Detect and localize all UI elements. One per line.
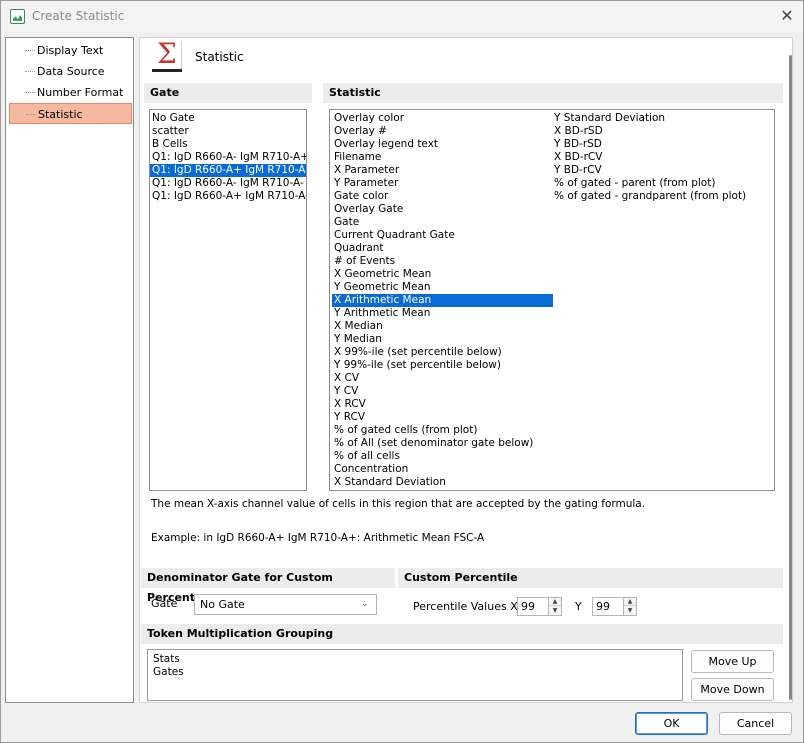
statistic-list-item[interactable]: # of Events bbox=[332, 255, 553, 268]
token-section-header: Token Multiplication Grouping bbox=[141, 624, 783, 644]
token-list-item[interactable]: Stats bbox=[151, 653, 180, 666]
nav-item-label: Number Format bbox=[37, 86, 124, 99]
gate-section-header: Gate bbox=[144, 83, 312, 103]
statistic-list-item[interactable]: Gate color bbox=[332, 190, 553, 203]
statistic-list-item-selected[interactable]: X Arithmetic Mean bbox=[332, 294, 553, 307]
vertical-scrollbar[interactable] bbox=[789, 55, 792, 700]
gate-list-item[interactable]: scatter bbox=[150, 125, 306, 138]
percentile-section-header: Custom Percentile bbox=[398, 568, 783, 588]
statistic-list-item[interactable]: X Median bbox=[332, 320, 553, 333]
denominator-gate-value: No Gate bbox=[200, 598, 245, 611]
statistic-list-item[interactable]: Quadrant bbox=[332, 242, 553, 255]
statistic-list-item[interactable]: X Parameter bbox=[332, 164, 553, 177]
statistic-list-item[interactable]: X Standard Deviation bbox=[332, 476, 553, 489]
create-statistic-dialog: Create Statistic ✕ Display Text Data Sou… bbox=[0, 0, 804, 743]
app-chart-icon bbox=[10, 9, 25, 24]
cancel-button[interactable]: Cancel bbox=[719, 712, 792, 735]
gate-list-item[interactable]: Q1: IgD R660-A- IgM R710-A+ bbox=[150, 151, 306, 164]
window-title: Create Statistic bbox=[32, 9, 125, 23]
statistic-description: The mean X-axis channel value of cells i… bbox=[151, 498, 646, 510]
statistic-list-item[interactable]: Filename bbox=[332, 151, 553, 164]
statistic-list-item[interactable]: Overlay # bbox=[332, 125, 553, 138]
sigma-underline bbox=[152, 69, 182, 72]
sigma-icon: Σ bbox=[157, 37, 177, 70]
spin-down-icon[interactable]: ▼ bbox=[624, 607, 636, 615]
nav-item-display-text[interactable]: Display Text bbox=[9, 40, 132, 61]
statistic-list-item[interactable]: X BD-rSD bbox=[552, 125, 772, 138]
ok-button[interactable]: OK bbox=[635, 712, 708, 735]
title-bar: Create Statistic ✕ bbox=[1, 1, 803, 32]
nav-item-number-format[interactable]: Number Format bbox=[9, 82, 132, 103]
percentile-y-stepper[interactable]: ▲ ▼ bbox=[623, 597, 637, 616]
percentile-x-stepper[interactable]: ▲ ▼ bbox=[548, 597, 562, 616]
statistic-list-item[interactable]: Y Standard Deviation bbox=[552, 112, 772, 125]
statistic-list-item[interactable]: % of all cells bbox=[332, 450, 553, 463]
spin-up-icon[interactable]: ▲ bbox=[549, 598, 561, 606]
spin-up-icon[interactable]: ▲ bbox=[624, 598, 636, 606]
nav-item-statistic[interactable]: Statistic bbox=[9, 103, 132, 124]
statistic-list-item[interactable]: % of gated - parent (from plot) bbox=[552, 177, 772, 190]
statistic-example: Example: in IgD R660-A+ IgM R710-A+: Ari… bbox=[151, 532, 485, 544]
nav-item-label: Statistic bbox=[38, 108, 83, 121]
gate-list-item-selected[interactable]: Q1: IgD R660-A+ IgM R710-A+ bbox=[150, 164, 306, 177]
statistic-list-item[interactable]: X RCV bbox=[332, 398, 553, 411]
denominator-gate-label: Gate bbox=[151, 597, 178, 610]
chevron-down-icon: ⌄ bbox=[361, 599, 369, 609]
nav-item-label: Data Source bbox=[37, 65, 105, 78]
statistic-list-item[interactable]: Y CV bbox=[332, 385, 553, 398]
statistic-list-item[interactable]: Concentration bbox=[332, 463, 553, 476]
statistic-list-item[interactable]: Y BD-rSD bbox=[552, 138, 772, 151]
percentile-y-input[interactable]: 99 bbox=[592, 597, 624, 616]
token-list[interactable]: Stats Gates bbox=[147, 649, 683, 701]
statistic-list-item[interactable]: Y Parameter bbox=[332, 177, 553, 190]
statistic-list-item[interactable]: Y RCV bbox=[332, 411, 553, 424]
nav-item-data-source[interactable]: Data Source bbox=[9, 61, 132, 82]
nav-tree: Display Text Data Source Number Format S… bbox=[5, 37, 134, 703]
statistic-list-item[interactable]: Y BD-rCV bbox=[552, 164, 772, 177]
statistic-list-item[interactable]: Y Geometric Mean bbox=[332, 281, 553, 294]
statistic-list-item[interactable]: Gate bbox=[332, 216, 553, 229]
move-down-button[interactable]: Move Down bbox=[691, 678, 774, 701]
move-up-button[interactable]: Move Up bbox=[691, 650, 774, 673]
gate-list[interactable]: No Gate scatter B Cells Q1: IgD R660-A- … bbox=[149, 109, 307, 491]
close-icon[interactable]: ✕ bbox=[777, 7, 797, 27]
statistic-list-item[interactable]: Y Arithmetic Mean bbox=[332, 307, 553, 320]
gate-list-item[interactable]: B Cells bbox=[150, 138, 306, 151]
statistic-list-item[interactable]: X BD-rCV bbox=[552, 151, 772, 164]
statistic-list-item[interactable]: Overlay Gate bbox=[332, 203, 553, 216]
gate-list-item[interactable]: Q1: IgD R660-A+ IgM R710-A- bbox=[150, 190, 306, 203]
percentile-x-input[interactable]: 99 bbox=[517, 597, 549, 616]
statistic-list-item[interactable]: % of gated cells (from plot) bbox=[332, 424, 553, 437]
spin-down-icon[interactable]: ▼ bbox=[549, 607, 561, 615]
statistic-list-item[interactable]: X CV bbox=[332, 372, 553, 385]
statistic-list-item[interactable]: Overlay color bbox=[332, 112, 553, 125]
statistic-list-item[interactable]: % of gated - grandparent (from plot) bbox=[552, 190, 772, 203]
nav-item-label: Display Text bbox=[37, 44, 104, 57]
token-list-item[interactable]: Gates bbox=[151, 666, 184, 679]
statistic-section-header: Statistic bbox=[323, 83, 783, 103]
statistic-list-item[interactable]: Current Quadrant Gate bbox=[332, 229, 553, 242]
statistic-list[interactable]: Overlay color Overlay # Overlay legend tex… bbox=[329, 109, 775, 491]
denominator-section-header: Denominator Gate for Custom Percentage bbox=[141, 568, 395, 604]
page-title: Statistic bbox=[195, 50, 244, 64]
gate-list-item[interactable]: Q1: IgD R660-A- IgM R710-A- bbox=[150, 177, 306, 190]
percentile-x-label: Percentile Values X bbox=[413, 600, 518, 613]
statistic-list-item[interactable]: Y 99%-ile (set percentile below) bbox=[332, 359, 553, 372]
gate-list-item[interactable]: No Gate bbox=[150, 112, 306, 125]
statistic-list-item[interactable]: Y Median bbox=[332, 333, 553, 346]
statistic-list-item[interactable]: % of All (set denominator gate below) bbox=[332, 437, 553, 450]
percentile-y-label: Y bbox=[575, 600, 582, 613]
statistic-list-item[interactable]: X Geometric Mean bbox=[332, 268, 553, 281]
statistic-list-item[interactable]: Overlay legend text bbox=[332, 138, 553, 151]
denominator-gate-select[interactable]: No Gate ⌄ bbox=[194, 594, 377, 615]
statistic-list-item[interactable]: X 99%-ile (set percentile below) bbox=[332, 346, 553, 359]
